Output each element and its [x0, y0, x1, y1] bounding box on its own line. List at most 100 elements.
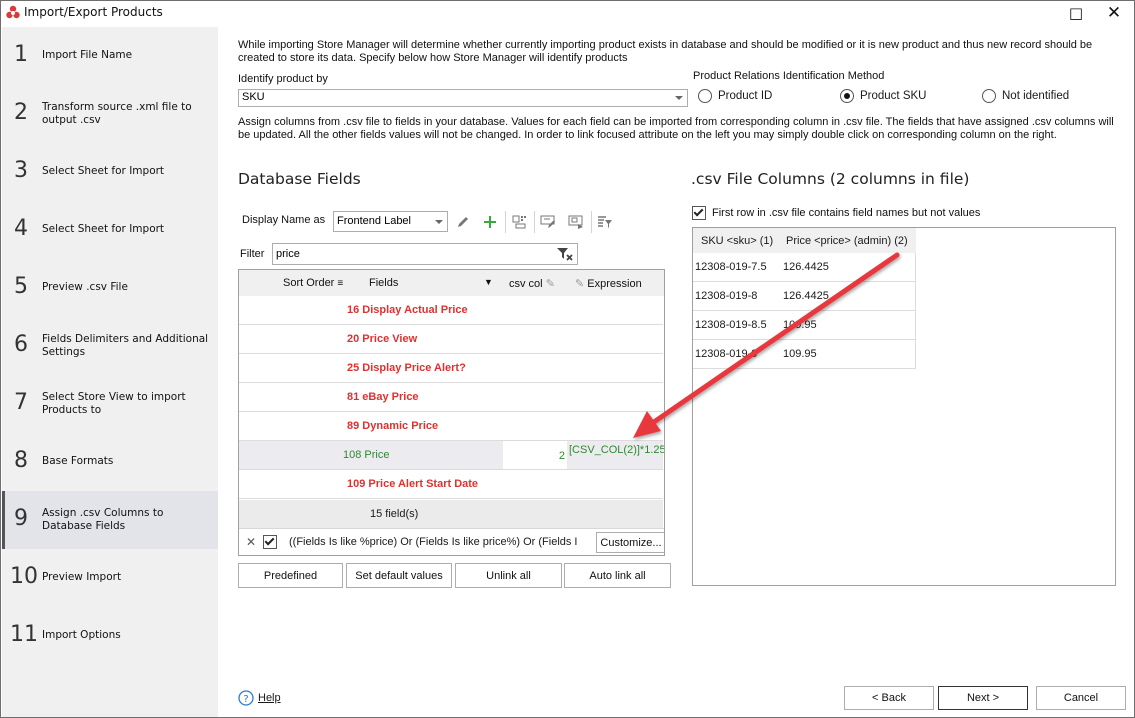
wizard-step-11[interactable]: 11 Import Options — [2, 607, 218, 665]
unlink-all-button[interactable]: Unlink all — [455, 563, 562, 588]
step-label: Import File Name — [42, 49, 133, 61]
field-row[interactable]: 89 Dynamic Price — [239, 412, 663, 441]
step-number: 7 — [14, 390, 28, 415]
step-label: Select Sheet for Import — [42, 223, 165, 235]
link-fields-button[interactable] — [509, 212, 529, 232]
wizard-step-4[interactable]: 4 Select Sheet for Import — [2, 201, 218, 259]
chevron-down-icon — [675, 96, 683, 100]
step-label: Preview Import — [42, 571, 122, 583]
predefined-button[interactable]: Predefined — [238, 563, 343, 588]
next-button[interactable]: Next > — [938, 686, 1028, 710]
close-button[interactable]: ✕ — [1099, 1, 1129, 25]
pencil-icon: ✎ — [575, 278, 585, 290]
checkmark-icon — [264, 535, 275, 546]
radio-product-sku[interactable]: Product SKU — [840, 89, 926, 103]
filter-value: price — [276, 248, 300, 260]
add-button[interactable] — [480, 212, 500, 232]
csv-col-cell[interactable]: 2 — [503, 441, 567, 469]
csv-cell-sku: 12308-019-9 — [695, 348, 758, 360]
wizard-step-8[interactable]: 8 Base Formats — [2, 433, 218, 491]
intro-description: While importing Store Manager will deter… — [238, 39, 1093, 64]
chevron-down-icon — [435, 220, 443, 224]
step-label: Base Formats — [42, 455, 114, 467]
csv-row[interactable]: 12308-019-7.5 126.4425 — [693, 253, 916, 282]
column-header-csv-col[interactable]: csv col ✎ — [509, 277, 555, 290]
csv-cell-price: 109.95 — [783, 319, 817, 331]
clear-filter-icon[interactable] — [557, 247, 573, 261]
maximize-button[interactable]: □ — [1061, 1, 1091, 25]
csv-columns-title: .csv File Columns (2 columns in file) — [691, 170, 970, 188]
help-label: Help — [258, 692, 281, 704]
import-export-window: Import/Export Products □ ✕ 1 Import File… — [0, 0, 1135, 718]
clear-filter-expression-icon[interactable]: ✕ — [246, 535, 256, 549]
step-number: 8 — [14, 448, 28, 473]
step-label: Assign .csv Columns to Database Fields — [42, 507, 164, 532]
field-row-linked[interactable]: 108 Price 2 [CSV_COL(2)]*1.25 — [239, 441, 664, 470]
csv-cell-sku: 12308-019-7.5 — [695, 261, 767, 273]
checkmark-icon — [693, 206, 704, 217]
filter-options-button[interactable] — [595, 212, 615, 232]
radio-product-id[interactable]: Product ID — [698, 89, 772, 103]
expression-value[interactable]: [CSV_COL(2)]*1.25 — [569, 444, 664, 456]
wizard-step-9-active[interactable]: 9 Assign .csv Columns to Database Fields — [2, 491, 218, 549]
step-number: 5 — [14, 274, 28, 299]
cancel-button[interactable]: Cancel — [1036, 686, 1126, 710]
first-row-headers-checkbox[interactable] — [692, 206, 706, 220]
edit-expression-button[interactable] — [538, 212, 558, 232]
radio-label: Not identified — [1002, 90, 1070, 102]
csv-row[interactable]: 12308-019-8.5 109.95 — [693, 311, 916, 340]
wizard-step-2[interactable]: 2 Transform source .xml file to output .… — [2, 85, 218, 143]
grid-footer-count: 15 field(s) — [239, 500, 663, 528]
edit-button[interactable] — [453, 212, 473, 232]
field-row[interactable]: 20 Price View — [239, 325, 663, 354]
wizard-step-5[interactable]: 5 Preview .csv File — [2, 259, 218, 317]
column-header-fields[interactable]: Fields — [369, 277, 398, 289]
customize-button[interactable]: Customize... — [596, 532, 664, 553]
filter-input[interactable]: price — [272, 243, 578, 265]
field-row[interactable]: 16 Display Actual Price — [239, 296, 663, 325]
field-row[interactable]: 25 Display Price Alert? — [239, 354, 663, 383]
step-number: 10 — [10, 564, 38, 589]
field-count: 15 field(s) — [370, 508, 419, 520]
close-icon: ✕ — [1106, 3, 1122, 23]
field-row[interactable]: 109 Price Alert Start Date — [239, 470, 663, 499]
enable-filter-checkbox[interactable] — [263, 535, 277, 549]
field-row[interactable]: 81 eBay Price — [239, 383, 663, 412]
wizard-step-7[interactable]: 7 Select Store View to import Products t… — [2, 375, 218, 433]
radio-not-identified[interactable]: Not identified — [982, 89, 1069, 103]
field-name: 25 Display Price Alert? — [347, 362, 466, 374]
filter-label: Filter — [240, 248, 265, 260]
step-number: 3 — [14, 158, 28, 183]
csv-cell-price: 126.4425 — [783, 290, 829, 302]
database-fields-title: Database Fields — [238, 170, 361, 188]
step-number: 11 — [10, 622, 38, 647]
display-name-value: Frontend Label — [337, 215, 411, 227]
column-filter-icon[interactable]: ▼ — [484, 277, 493, 287]
auto-link-all-button[interactable]: Auto link all — [564, 563, 671, 588]
display-name-select[interactable]: Frontend Label — [333, 211, 448, 232]
back-button[interactable]: < Back — [844, 686, 934, 710]
grid-scrollbar[interactable] — [664, 282, 665, 382]
assign-description: Assign columns from .csv file to fields … — [238, 116, 1114, 141]
database-fields-grid: Sort Order ≡ Fields ▼ csv col ✎ ✎ Expres… — [238, 269, 665, 556]
csv-col-value: 2 — [558, 450, 565, 462]
column-header-sort-order[interactable]: Sort Order ≡ — [283, 277, 343, 289]
csv-cell-price: 126.4425 — [783, 261, 829, 273]
identify-product-select[interactable]: SKU — [238, 89, 688, 107]
help-link[interactable]: ? Help — [238, 690, 281, 706]
wizard-step-1[interactable]: 1 Import File Name — [2, 27, 218, 85]
csv-row[interactable]: 12308-019-9 109.95 — [693, 340, 916, 369]
expression-edit-icon — [540, 215, 555, 228]
wizard-step-6[interactable]: 6 Fields Delimiters and Additional Setti… — [2, 317, 218, 375]
column-header-expression[interactable]: ✎ Expression — [575, 277, 642, 290]
csv-row[interactable]: 12308-019-8 126.4425 — [693, 282, 916, 311]
step-number: 1 — [14, 42, 28, 67]
csv-column-header-sku[interactable]: SKU <sku> (1) — [701, 235, 773, 247]
set-default-values-button[interactable]: Set default values — [346, 563, 452, 588]
wizard-step-10[interactable]: 10 Preview Import — [2, 549, 218, 607]
expression-preview-icon — [568, 215, 583, 229]
radio-circle-selected — [840, 89, 854, 103]
csv-column-header-price[interactable]: Price <price> (admin) (2) — [786, 235, 908, 247]
wizard-step-3[interactable]: 3 Select Sheet for Import — [2, 143, 218, 201]
preview-expression-button[interactable] — [566, 212, 586, 232]
